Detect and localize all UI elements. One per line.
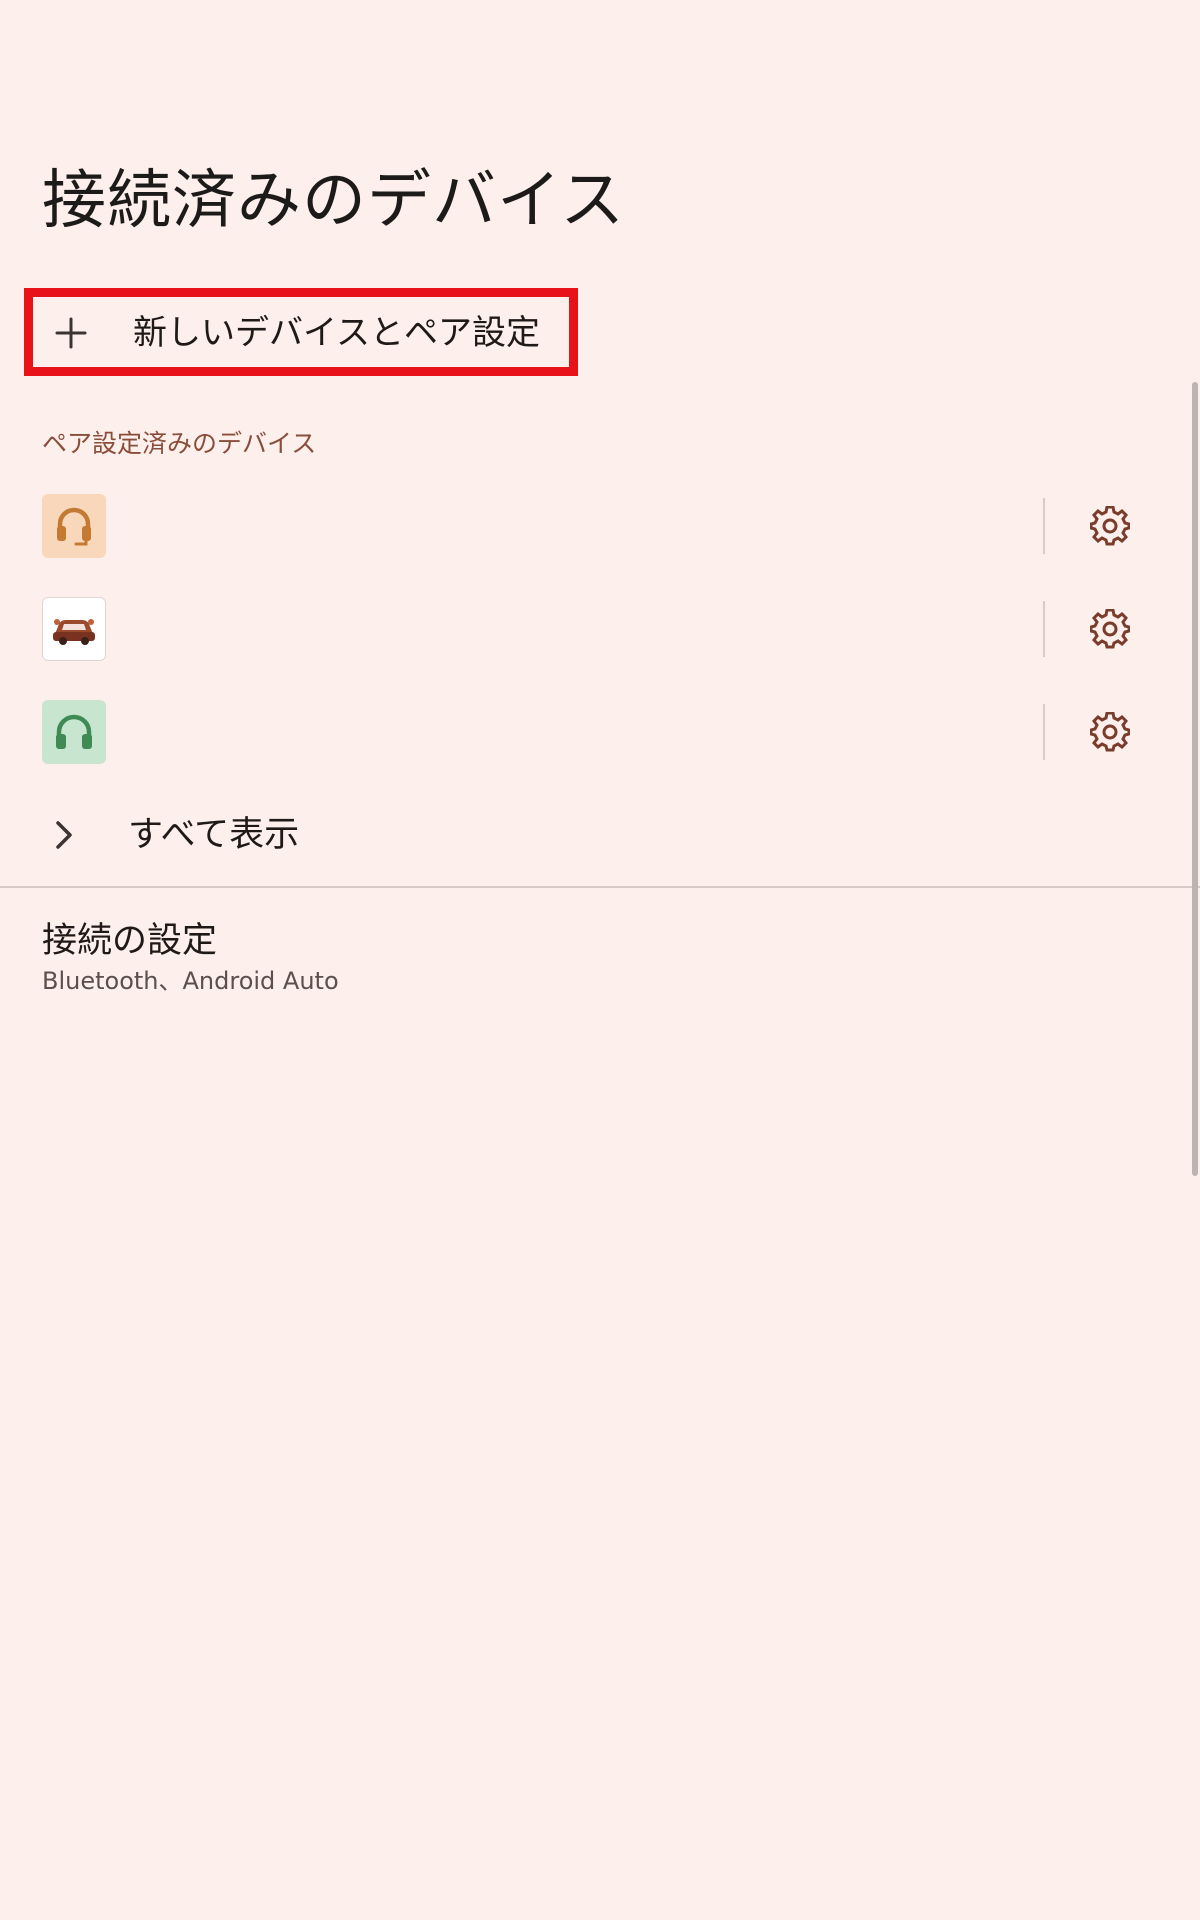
- plus-icon: [55, 317, 87, 349]
- car-icon: [53, 619, 95, 645]
- connection-preferences-title: 接続の設定: [42, 921, 218, 961]
- paired-device-row[interactable]: [0, 476, 1170, 576]
- pair-new-device-button[interactable]: 新しいデバイスとペア設定: [24, 288, 578, 376]
- device-thumbnail: [42, 494, 106, 558]
- device-settings-button[interactable]: [1084, 706, 1136, 758]
- headset-icon: [57, 507, 91, 546]
- paired-device-row[interactable]: [0, 682, 1170, 782]
- gear-icon: [1090, 609, 1130, 649]
- paired-devices-header: ペア設定済みのデバイス: [42, 429, 317, 458]
- pair-new-device-label: 新しいデバイスとペア設定: [133, 313, 540, 353]
- section-divider: [0, 886, 1200, 888]
- paired-device-row[interactable]: [0, 579, 1170, 679]
- row-divider: [1043, 601, 1045, 657]
- show-all-button[interactable]: すべて表示: [0, 790, 1170, 880]
- chevron-right-icon: [56, 821, 72, 849]
- connection-preferences-item[interactable]: 接続の設定 Bluetooth、Android Auto: [0, 906, 1170, 1006]
- device-settings-button[interactable]: [1084, 603, 1136, 655]
- scrollbar[interactable]: [1192, 382, 1198, 1176]
- gear-icon: [1090, 506, 1130, 546]
- show-all-label: すべて表示: [128, 815, 300, 855]
- connection-preferences-summary: Bluetooth、Android Auto: [42, 967, 339, 995]
- device-thumbnail: [42, 597, 106, 661]
- headphones-icon: [56, 714, 92, 749]
- page-title: 接続済みのデバイス: [42, 164, 626, 238]
- row-divider: [1043, 704, 1045, 760]
- device-thumbnail: [42, 700, 106, 764]
- device-settings-button[interactable]: [1084, 500, 1136, 552]
- gear-icon: [1090, 712, 1130, 752]
- row-divider: [1043, 498, 1045, 554]
